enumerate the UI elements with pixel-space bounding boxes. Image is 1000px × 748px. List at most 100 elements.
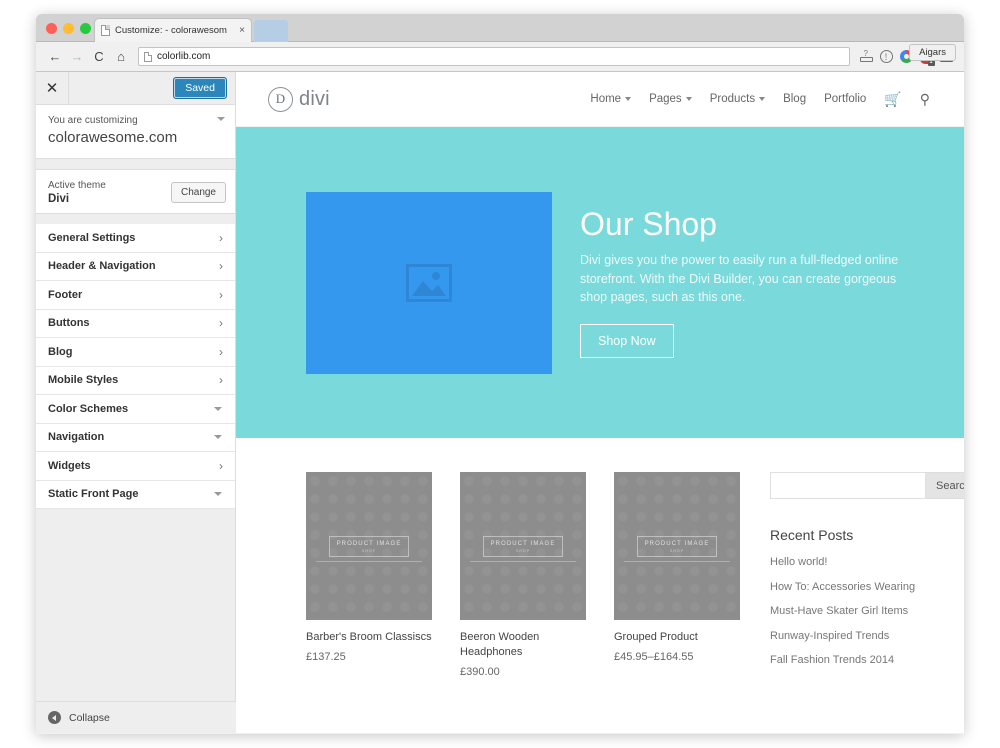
address-bar[interactable]: colorlib.com: [138, 47, 850, 66]
tab-title: Customize: - colorawesom: [115, 25, 235, 36]
site-logo[interactable]: D divi: [268, 87, 330, 112]
product-image-placeholder: PRODUCT IMAGESHOP: [306, 472, 432, 620]
nav-link-portfolio[interactable]: Portfolio: [824, 93, 866, 105]
new-tab-button[interactable]: [254, 20, 288, 42]
browser-toolbar: ← → C ⌂ colorlib.com ? ! U1 Aigars: [36, 42, 964, 72]
tab-favicon-icon: [101, 25, 110, 36]
customizer-section-label: Mobile Styles: [48, 374, 118, 386]
back-button[interactable]: ←: [44, 46, 66, 68]
nav-link-label: Home: [590, 93, 621, 105]
recent-post-link[interactable]: Hello world!: [770, 555, 936, 571]
product-price: £390.00: [460, 666, 586, 678]
nav-link-products[interactable]: Products: [710, 93, 765, 105]
search-input[interactable]: [770, 472, 926, 499]
customizer-section-blog[interactable]: Blog ›: [36, 338, 235, 367]
placeholder-subtitle: SHOP: [491, 549, 556, 553]
browser-window: Customize: - colorawesom × ← → C ⌂ color…: [36, 14, 964, 734]
hero-image-placeholder: [306, 192, 552, 374]
product-price: £45.95–£164.55: [614, 651, 740, 663]
recent-posts-list: Hello world! How To: Accessories Wearing M…: [770, 555, 936, 669]
close-window-button[interactable]: [46, 23, 57, 34]
hero-text: Divi gives you the power to easily run a…: [580, 251, 910, 307]
customizer-section-mobile-styles[interactable]: Mobile Styles›: [36, 367, 235, 396]
divi-logo-icon: D: [268, 87, 293, 112]
nav-link-label: Pages: [649, 93, 682, 105]
image-placeholder-icon: [406, 264, 452, 302]
placeholder-subtitle: SHOP: [645, 549, 710, 553]
chevron-down-icon: [214, 407, 222, 411]
chevron-right-icon: ›: [219, 259, 223, 273]
collapse-sidebar-button[interactable]: Collapse: [36, 701, 236, 733]
active-theme-panel: Active theme Divi Change: [36, 169, 235, 214]
tab-strip: Customize: - colorawesom ×: [36, 14, 964, 42]
home-button[interactable]: ⌂: [110, 46, 132, 68]
customizer-section-label: Widgets: [48, 460, 91, 472]
chevron-down-icon: [686, 97, 692, 101]
product-placeholder-label: PRODUCT IMAGESHOP: [329, 536, 410, 557]
window-traffic-lights: [46, 23, 91, 34]
customizer-section-label: Buttons: [48, 317, 90, 329]
recent-posts-title: Recent Posts: [770, 527, 936, 543]
chevron-down-icon: [759, 97, 765, 101]
customizer-section-widgets[interactable]: Widgets ›: [36, 452, 235, 481]
collapse-arrow-icon: [48, 711, 61, 724]
chevron-right-icon: ›: [219, 459, 223, 473]
customizer-section-label: Navigation: [48, 431, 104, 443]
recent-post-link[interactable]: Fall Fashion Trends 2014: [770, 653, 936, 669]
search-button[interactable]: Search: [926, 472, 964, 499]
forward-button[interactable]: →: [66, 46, 88, 68]
product-card[interactable]: PRODUCT IMAGESHOPBeeron Wooden Headphone…: [460, 472, 586, 678]
panel-gap: [36, 159, 235, 169]
print-icon[interactable]: ?: [856, 46, 876, 68]
panel-gap-2: [36, 214, 235, 224]
placeholder-rule: [316, 561, 422, 562]
customizer-section-navigation[interactable]: Navigation: [36, 424, 235, 453]
chevron-right-icon: ›: [219, 231, 223, 245]
customizer-section-label: Static Front Page: [48, 488, 138, 500]
shop-now-button[interactable]: Shop Now: [580, 324, 674, 358]
customizer-section-label: Footer: [48, 289, 82, 301]
customizing-info-panel: You are customizing colorawesome.com: [36, 105, 235, 159]
close-customizer-icon[interactable]: ✕: [36, 72, 69, 105]
widget-sidebar: Search Recent Posts Hello world!How To: …: [770, 472, 936, 678]
customizer-section-header-navigation[interactable]: Header & Navigation ›: [36, 253, 235, 282]
maximize-window-button[interactable]: [80, 23, 91, 34]
chevron-right-icon: ›: [219, 345, 223, 359]
recent-post-link[interactable]: Runway-Inspired Trends: [770, 629, 936, 645]
profile-button[interactable]: Aigars: [909, 44, 956, 61]
product-card[interactable]: PRODUCT IMAGESHOPBarber's Broom Classisc…: [306, 472, 432, 678]
product-card[interactable]: PRODUCT IMAGESHOPGrouped Product£45.95–£…: [614, 472, 740, 678]
customizer-section-general-settings[interactable]: General Settings›: [36, 224, 235, 253]
customizer-topbar: ✕ Saved: [36, 72, 235, 105]
customizer-section-static-front-page[interactable]: Static Front Page: [36, 481, 235, 510]
product-image-placeholder: PRODUCT IMAGE SHOP: [460, 472, 586, 620]
cart-icon[interactable]: 🛒: [884, 91, 901, 108]
customizer-section-label: Color Schemes: [48, 403, 128, 415]
recent-post-link[interactable]: How To: Accessories Wearing: [770, 580, 936, 596]
change-theme-button[interactable]: Change: [171, 182, 226, 203]
customizer-section-label: Blog: [48, 346, 72, 358]
placeholder-title: PRODUCT IMAGE: [491, 541, 556, 547]
nav-link-home[interactable]: Home: [590, 93, 631, 105]
browser-tab[interactable]: Customize: - colorawesom ×: [94, 18, 252, 42]
info-circle-icon[interactable]: !: [876, 46, 896, 68]
customizer-section-label: Header & Navigation: [48, 260, 156, 272]
search-icon[interactable]: ⚲: [920, 91, 930, 108]
save-button[interactable]: Saved: [173, 77, 227, 99]
tab-close-icon[interactable]: ×: [239, 26, 245, 36]
reload-button[interactable]: C: [88, 46, 110, 68]
recent-post-link[interactable]: Must-Have Skater Girl Items: [770, 604, 936, 620]
nav-link-blog[interactable]: Blog: [783, 93, 806, 105]
minimize-window-button[interactable]: [63, 23, 74, 34]
site-navigation: Home Pages Products Blog Portfolio 🛒 ⚲: [590, 91, 930, 108]
placeholder-subtitle: SHOP: [337, 549, 402, 553]
shop-area: PRODUCT IMAGESHOPBarber's Broom Classisc…: [236, 438, 964, 678]
customizer-section-color-schemes[interactable]: Color Schemes: [36, 395, 235, 424]
customizer-section-footer[interactable]: Footer›: [36, 281, 235, 310]
customizer-section-buttons[interactable]: Buttons›: [36, 310, 235, 339]
chevron-down-icon[interactable]: [217, 117, 225, 121]
url-text: colorlib.com: [157, 51, 210, 62]
nav-link-pages[interactable]: Pages: [649, 93, 692, 105]
chevron-down-icon: [214, 492, 222, 496]
placeholder-title: PRODUCT IMAGE: [645, 541, 710, 547]
